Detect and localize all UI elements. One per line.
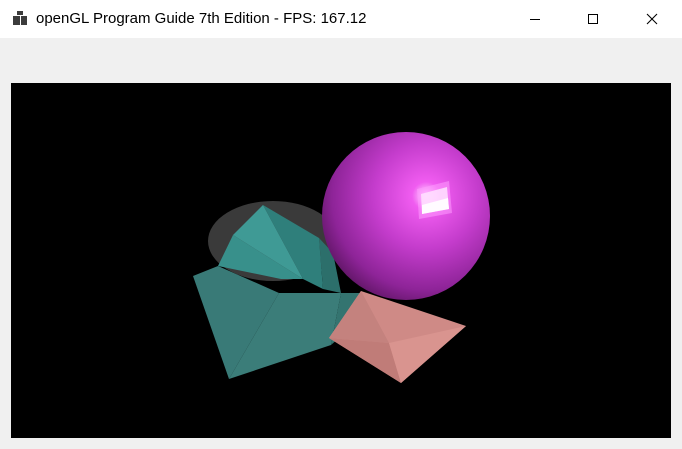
app-window-icon: [12, 10, 28, 26]
maximize-icon: [588, 14, 598, 24]
title-bar[interactable]: openGL Program Guide 7th Edition - FPS: …: [0, 0, 682, 38]
opengl-viewport[interactable]: [11, 83, 671, 438]
maximize-button[interactable]: [564, 0, 622, 38]
window-title: openGL Program Guide 7th Edition - FPS: …: [36, 10, 367, 27]
minimize-button[interactable]: [506, 0, 564, 38]
sphere-shape: [322, 132, 490, 300]
close-icon: [646, 13, 658, 25]
minimize-icon: [530, 19, 540, 20]
close-button[interactable]: [622, 0, 682, 38]
